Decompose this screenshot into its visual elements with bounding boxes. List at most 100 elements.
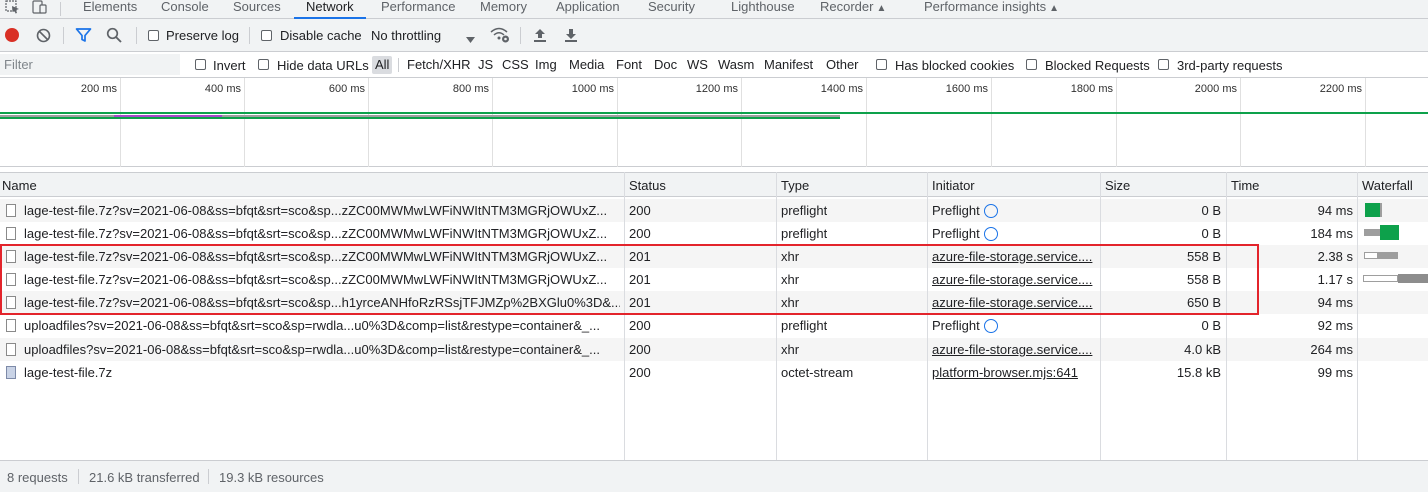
- tab-memory[interactable]: Memory: [480, 0, 527, 19]
- type-filter-wasm[interactable]: Wasm: [718, 56, 754, 74]
- column-header-status[interactable]: Status: [629, 178, 666, 193]
- type-filter-img[interactable]: Img: [535, 56, 557, 74]
- overview-tick-label: 1800 ms: [1070, 83, 1113, 95]
- dropdown-arrow-icon[interactable]: [466, 32, 475, 46]
- initiator-text: Preflight: [932, 203, 980, 218]
- request-type: xhr: [781, 249, 800, 264]
- column-header-waterfall[interactable]: Waterfall: [1362, 178, 1413, 193]
- column-header-initiator[interactable]: Initiator: [932, 178, 975, 193]
- tab-lighthouse[interactable]: Lighthouse: [731, 0, 795, 19]
- has-blocked-cookies-checkbox[interactable]: [876, 59, 887, 70]
- preflight-icon[interactable]: [983, 227, 998, 241]
- type-filter-doc[interactable]: Doc: [654, 56, 677, 74]
- table-row[interactable]: lage-test-file.7z?sv=2021-06-08&ss=bfqt&…: [0, 222, 1428, 245]
- type-filter-manifest[interactable]: Manifest: [764, 56, 813, 74]
- clear-icon[interactable]: [36, 28, 51, 46]
- type-filter-css[interactable]: CSS: [502, 56, 529, 74]
- column-header-size[interactable]: Size: [1105, 178, 1130, 193]
- type-filter-other[interactable]: Other: [826, 56, 859, 74]
- type-filter-media[interactable]: Media: [569, 56, 604, 74]
- type-filter-fetch-xhr[interactable]: Fetch/XHR: [407, 56, 471, 74]
- document-icon: [6, 296, 16, 309]
- import-har-icon[interactable]: [533, 27, 547, 46]
- network-overview[interactable]: 200 ms 400 ms 600 ms 800 ms 1000 ms 1200…: [0, 78, 1428, 167]
- filter-icon[interactable]: [75, 27, 92, 46]
- preserve-log-checkbox[interactable]: [148, 30, 159, 41]
- column-header-type[interactable]: Type: [781, 178, 809, 193]
- overview-gridline: [617, 78, 618, 167]
- disable-cache-checkbox[interactable]: [261, 30, 272, 41]
- initiator-link[interactable]: platform-browser.mjs:641: [932, 365, 1097, 380]
- column-divider[interactable]: [1357, 172, 1358, 460]
- table-row[interactable]: lage-test-file.7z?sv=2021-06-08&ss=bfqt&…: [0, 291, 1428, 314]
- column-header-time[interactable]: Time: [1231, 178, 1259, 193]
- preflight-icon[interactable]: [983, 319, 998, 333]
- third-party-requests-checkbox[interactable]: [1158, 59, 1169, 70]
- column-divider[interactable]: [776, 172, 777, 460]
- type-filter-font[interactable]: Font: [616, 56, 642, 74]
- request-status: 200: [629, 203, 651, 218]
- request-time: 2.38 s: [1317, 249, 1353, 264]
- preflight-icon[interactable]: [983, 204, 998, 218]
- overview-tick-label: 2000 ms: [1194, 83, 1237, 95]
- column-header-name[interactable]: Name: [2, 178, 37, 193]
- initiator-link[interactable]: azure-file-storage.service....: [932, 249, 1097, 264]
- tab-console[interactable]: Console: [161, 0, 209, 19]
- tab-application[interactable]: Application: [556, 0, 620, 19]
- request-name: lage-test-file.7z?sv=2021-06-08&ss=bfqt&…: [24, 249, 608, 264]
- filter-bar: Invert Hide data URLs All Fetch/XHR JS C…: [0, 52, 1428, 78]
- column-divider[interactable]: [1100, 172, 1101, 460]
- network-conditions-icon[interactable]: [490, 27, 510, 46]
- tab-elements[interactable]: Elements: [83, 0, 137, 19]
- network-summary-bar: 8 requests 21.6 kB transferred 19.3 kB r…: [0, 460, 1428, 492]
- overview-tick-label: 400 ms: [204, 83, 241, 95]
- request-size: 558 B: [1187, 249, 1221, 264]
- invert-checkbox[interactable]: [195, 59, 206, 70]
- inspect-element-icon[interactable]: [4, 0, 24, 18]
- column-divider[interactable]: [927, 172, 928, 460]
- table-row[interactable]: lage-test-file.7z 200 octet-stream platf…: [0, 361, 1428, 384]
- overview-tick-label: 200 ms: [80, 83, 117, 95]
- export-har-icon[interactable]: [564, 27, 578, 46]
- table-row[interactable]: lage-test-file.7z?sv=2021-06-08&ss=bfqt&…: [0, 268, 1428, 291]
- column-divider[interactable]: [1226, 172, 1227, 460]
- tab-separator: [60, 2, 61, 16]
- record-icon[interactable]: [5, 28, 19, 42]
- request-status: 201: [629, 272, 651, 287]
- requests-table-header: Name Status Type Initiator Size Time Wat…: [0, 172, 1428, 197]
- table-row[interactable]: lage-test-file.7z?sv=2021-06-08&ss=bfqt&…: [0, 245, 1428, 268]
- request-type: xhr: [781, 342, 800, 357]
- throttling-select[interactable]: No throttling: [371, 28, 441, 43]
- tab-network[interactable]: Network: [294, 0, 366, 19]
- device-toolbar-icon[interactable]: [32, 0, 52, 18]
- initiator-link[interactable]: azure-file-storage.service....: [932, 295, 1097, 310]
- overview-tick-label: 1000 ms: [571, 83, 614, 95]
- table-row[interactable]: uploadfiles?sv=2021-06-08&ss=bfqt&srt=sc…: [0, 338, 1428, 361]
- blocked-requests-checkbox[interactable]: [1026, 59, 1037, 70]
- request-size: 4.0 kB: [1184, 342, 1221, 357]
- tab-security[interactable]: Security: [648, 0, 695, 19]
- tab-performance[interactable]: Performance: [381, 0, 455, 19]
- type-filter-js[interactable]: JS: [478, 56, 493, 74]
- request-time: 94 ms: [1317, 295, 1353, 310]
- hide-data-urls-checkbox[interactable]: [258, 59, 269, 70]
- overview-gridline: [866, 78, 867, 167]
- initiator-link[interactable]: azure-file-storage.service....: [932, 342, 1097, 357]
- summary-separator: [208, 469, 209, 484]
- table-row[interactable]: lage-test-file.7z?sv=2021-06-08&ss=bfqt&…: [0, 199, 1428, 222]
- filter-input[interactable]: [0, 54, 180, 75]
- type-filter-ws[interactable]: WS: [687, 56, 708, 74]
- tab-sources[interactable]: Sources: [233, 0, 281, 19]
- request-status: 200: [629, 365, 651, 380]
- tab-performance-insights[interactable]: Performance insights ▲: [924, 0, 1059, 19]
- initiator-link[interactable]: azure-file-storage.service....: [932, 272, 1097, 287]
- type-filter-all[interactable]: All: [372, 56, 393, 74]
- column-divider[interactable]: [624, 172, 625, 460]
- waterfall-bar: [1398, 274, 1428, 283]
- request-time: 184 ms: [1310, 226, 1353, 241]
- request-status: 200: [629, 318, 651, 333]
- request-count: 8 requests: [7, 470, 68, 485]
- table-row[interactable]: uploadfiles?sv=2021-06-08&ss=bfqt&srt=sc…: [0, 314, 1428, 337]
- search-icon[interactable]: [106, 27, 122, 46]
- tab-recorder[interactable]: Recorder ▲: [820, 0, 886, 19]
